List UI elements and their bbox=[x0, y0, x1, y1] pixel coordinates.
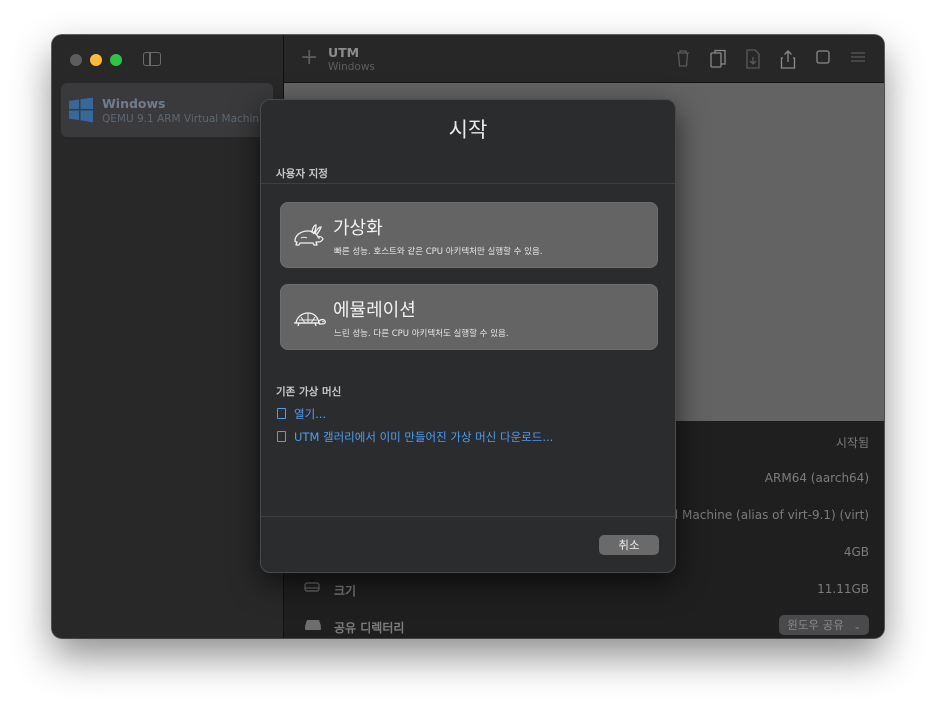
window-controls bbox=[70, 54, 122, 66]
clone-icon[interactable] bbox=[708, 49, 728, 69]
windows-logo-icon bbox=[69, 97, 93, 123]
gallery-download-link[interactable]: UTM 갤러리에서 이미 만들어진 가상 머신 다운로드... bbox=[277, 429, 553, 445]
memory-value: 4GB bbox=[843, 545, 869, 559]
close-window-button[interactable] bbox=[70, 54, 82, 66]
machine-value: ual Machine (alias of virt-9.1) (virt) bbox=[659, 508, 869, 522]
virtualize-description: 빠른 성능. 호스트와 같은 CPU 아키텍처만 실행할 수 있음. bbox=[334, 247, 543, 257]
custom-section-label: 사용자 지정 bbox=[276, 168, 328, 180]
open-link-label: 열기... bbox=[294, 407, 327, 421]
sheet-title: 시작 bbox=[448, 118, 488, 142]
status-value: 시작됨 bbox=[835, 436, 869, 450]
sidebar-toggle-icon[interactable] bbox=[143, 52, 161, 66]
shared-directory-label: 공유 디렉터리 bbox=[334, 621, 405, 635]
document-icon bbox=[277, 408, 286, 419]
minimize-window-button[interactable] bbox=[90, 54, 102, 66]
add-vm-icon[interactable]: + bbox=[300, 47, 318, 69]
size-value: 11.11GB bbox=[817, 582, 869, 596]
zoom-window-button[interactable] bbox=[110, 54, 122, 66]
gallery-link-label: UTM 갤러리에서 이미 만들어진 가상 머신 다운로드... bbox=[294, 430, 554, 444]
stop-icon[interactable] bbox=[813, 49, 833, 69]
existing-section-label: 기존 가상 머신 bbox=[276, 386, 342, 398]
toolbar-actions bbox=[673, 49, 868, 69]
vm-subtitle: QEMU 9.1 ARM Virtual Machin... bbox=[102, 113, 262, 125]
network-drive-icon bbox=[304, 618, 322, 636]
sidebar: Windows QEMU 9.1 ARM Virtual Machin... bbox=[52, 35, 284, 638]
emulate-description: 느린 성능. 다른 CPU 아키텍처도 실행할 수 있음. bbox=[334, 329, 509, 339]
rabbit-icon bbox=[294, 224, 324, 246]
cancel-button[interactable]: 취소 bbox=[599, 535, 659, 555]
emulate-button[interactable]: 에뮬레이션 느린 성능. 다른 CPU 아키텍처도 실행할 수 있음. bbox=[280, 284, 658, 350]
toolbar-subtitle: Windows bbox=[328, 61, 375, 73]
size-row: 크기 11.11GB bbox=[284, 575, 884, 605]
trash-icon[interactable] bbox=[673, 49, 693, 69]
size-label: 크기 bbox=[334, 584, 357, 598]
section-divider bbox=[261, 183, 675, 184]
toolbar-title: UTM bbox=[328, 45, 360, 60]
virtualize-title: 가상화 bbox=[333, 218, 383, 239]
share-icon[interactable] bbox=[778, 49, 798, 69]
shared-directory-value: 윈도우 공유 bbox=[787, 618, 844, 632]
architecture-value: ARM64 (aarch64) bbox=[764, 471, 869, 485]
toolbar: + UTM Windows bbox=[284, 35, 884, 83]
drive-icon bbox=[304, 581, 320, 597]
chevron-down-icon: ⌄ bbox=[853, 622, 861, 632]
shared-directory-row: 공유 디렉터리 윈도우 공유 ⌄ bbox=[284, 612, 884, 638]
virtualize-button[interactable]: 가상화 빠른 성능. 호스트와 같은 CPU 아키텍처만 실행할 수 있음. bbox=[280, 202, 658, 268]
shared-directory-select[interactable]: 윈도우 공유 ⌄ bbox=[779, 615, 869, 635]
open-link[interactable]: 열기... bbox=[277, 406, 326, 422]
vm-name: Windows bbox=[102, 96, 166, 111]
turtle-icon bbox=[294, 312, 326, 327]
settings-icon[interactable] bbox=[848, 49, 868, 69]
emulate-title: 에뮬레이션 bbox=[333, 300, 416, 321]
download-document-icon bbox=[277, 431, 286, 442]
start-sheet: 시작 사용자 지정 가상화 빠른 성능. 호스트와 같은 CPU 아키텍처만 실… bbox=[260, 99, 676, 573]
export-icon[interactable] bbox=[743, 49, 763, 69]
footer-divider bbox=[261, 516, 675, 517]
vm-list-item-windows[interactable]: Windows QEMU 9.1 ARM Virtual Machin... bbox=[61, 83, 273, 137]
